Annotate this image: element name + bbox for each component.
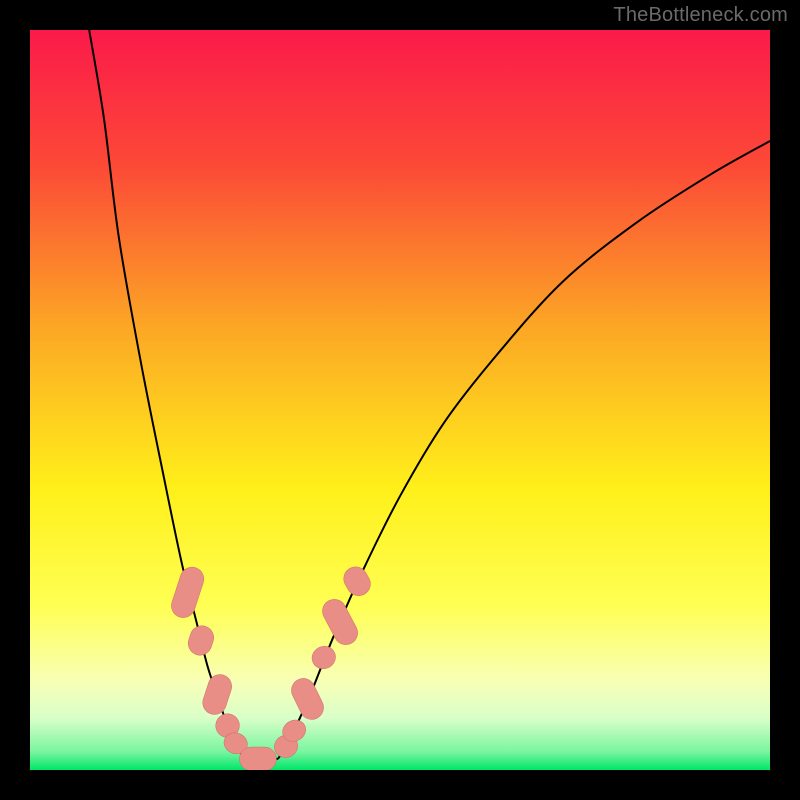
plot-area <box>30 30 770 770</box>
chart-svg <box>30 30 770 770</box>
gradient-background <box>30 30 770 770</box>
outer-frame: TheBottleneck.com <box>0 0 800 800</box>
watermark-label: TheBottleneck.com <box>613 4 788 27</box>
marker-lozenge <box>239 747 276 770</box>
